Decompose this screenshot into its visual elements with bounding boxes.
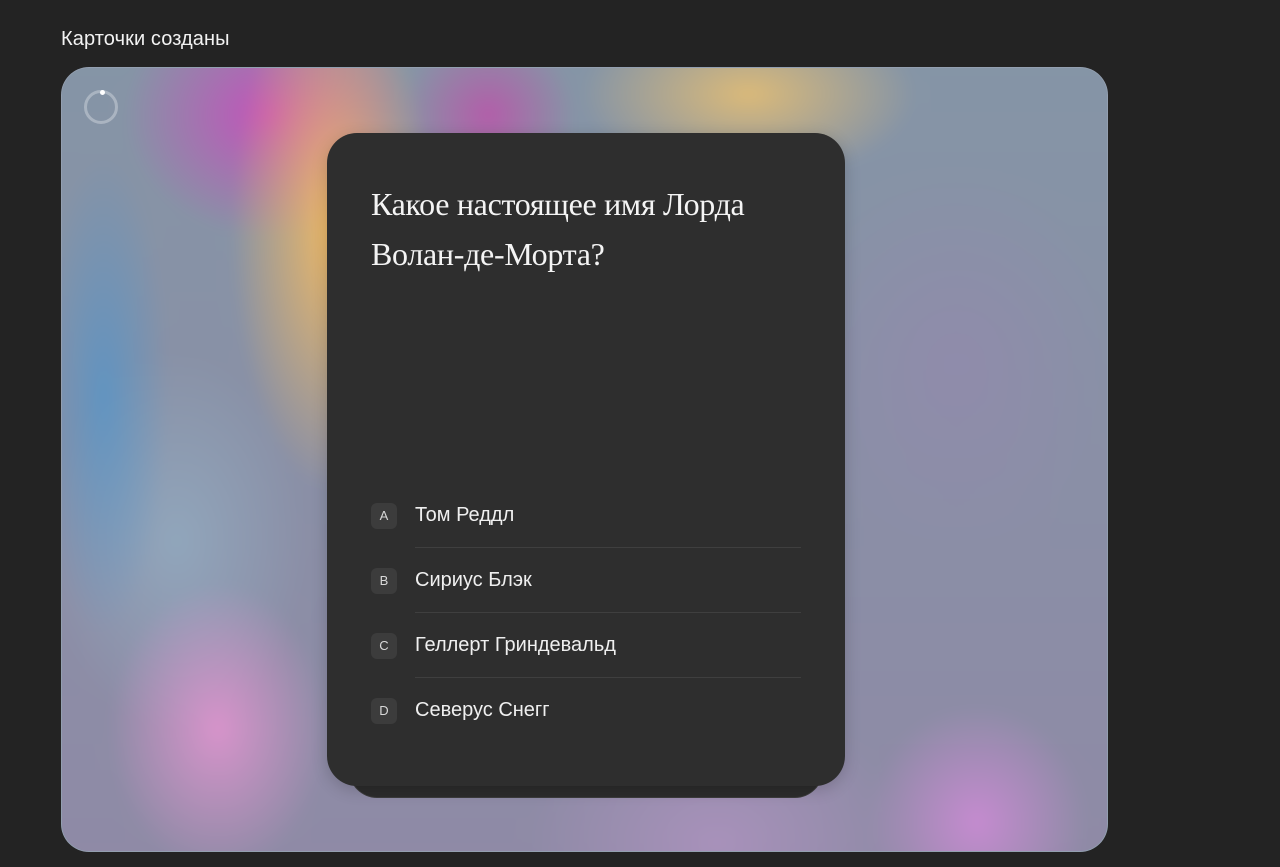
flashcard-canvas: Какое настоящее имя Лорда Волан-де-Морта… (61, 67, 1108, 852)
answer-label: Том Реддл (415, 504, 515, 526)
flashcard[interactable]: Какое настоящее имя Лорда Волан-де-Морта… (327, 133, 845, 786)
answer-option-a[interactable]: A Том Реддл (371, 483, 801, 548)
answer-label: Северус Снегг (415, 699, 550, 721)
answer-letter-badge: A (371, 502, 397, 529)
answer-list: A Том Реддл B Сириус Блэк C Геллерт Грин… (371, 483, 801, 743)
page-title: Карточки созданы (61, 28, 230, 50)
answer-letter-badge: C (371, 632, 397, 659)
answer-label: Геллерт Гриндевальд (415, 634, 616, 656)
answer-option-b[interactable]: B Сириус Блэк (371, 548, 801, 613)
loading-spinner-icon (84, 90, 118, 124)
question-text: Какое настоящее имя Лорда Волан-де-Морта… (371, 186, 745, 272)
answer-label: Сириус Блэк (415, 569, 532, 591)
answer-letter-badge: B (371, 567, 397, 594)
answer-option-d[interactable]: D Северус Снегг (371, 678, 801, 743)
page: Карточки созданы Какое настоящее имя Лор… (0, 0, 1280, 867)
answer-option-c[interactable]: C Геллерт Гриндевальд (371, 613, 801, 678)
answer-letter-badge: D (371, 697, 397, 724)
